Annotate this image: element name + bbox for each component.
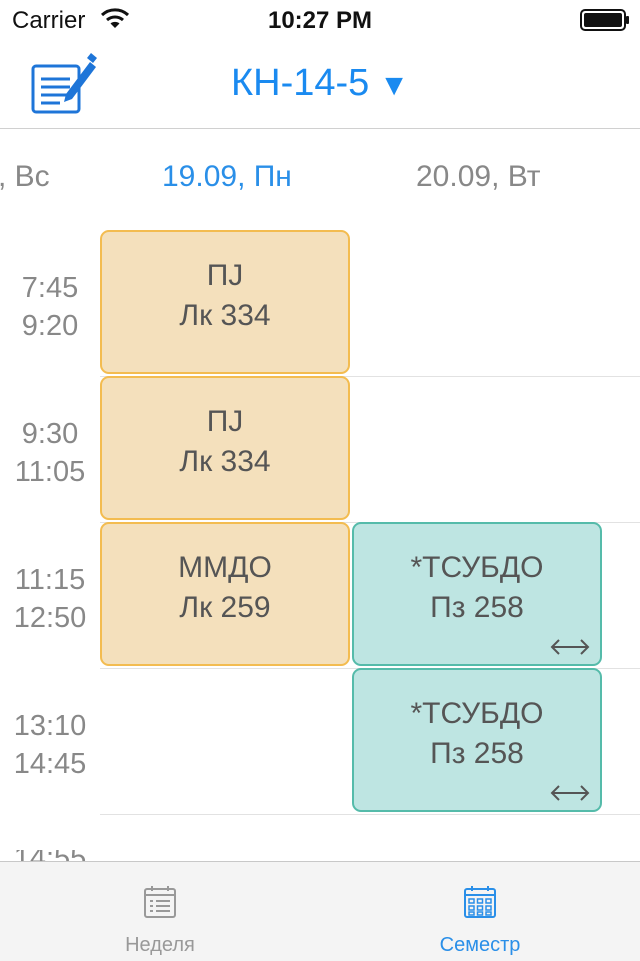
time-end: 11:05 <box>14 456 86 488</box>
lesson-card[interactable]: *ТСУБДО Пз 258 <box>352 668 602 812</box>
lesson-card[interactable]: ММДО Лк 259 <box>100 522 350 666</box>
tab-bar: Неделя Семестр <box>0 861 640 961</box>
tab-week[interactable]: Неделя <box>0 862 320 961</box>
lesson-card[interactable]: ПЈ Лк 334 <box>100 230 350 374</box>
time-start: 7:45 <box>21 272 79 304</box>
calendar-list-icon <box>144 886 176 918</box>
time-end: 14:45 <box>13 748 87 780</box>
lesson-room: Пз 258 <box>430 591 524 624</box>
lesson-subject: *ТСУБДО <box>410 551 544 584</box>
time-end: 12:50 <box>13 602 87 634</box>
time-slot: 9:30 11:05 <box>0 415 100 491</box>
time-start: 13:10 <box>13 710 87 742</box>
time-start: 9:30 <box>21 418 79 450</box>
tab-week-label: Неделя <box>125 934 195 956</box>
time-slot: 13:10 14:45 <box>0 707 100 783</box>
lesson-card[interactable]: ПЈ Лк 334 <box>100 376 350 520</box>
tab-semester[interactable]: Семестр <box>320 862 640 961</box>
day-header-tuesday: 20.09, Вт <box>416 160 541 193</box>
day-header-sunday: , Вс <box>0 160 50 193</box>
time-slot: 7:45 9:20 <box>0 269 100 345</box>
lesson-room: Пз 258 <box>430 737 524 770</box>
group-title: КН-14-5 <box>231 62 370 104</box>
nav-bar: КН-14-5 ▼ <box>0 40 640 129</box>
lesson-room: Лк 259 <box>179 591 271 624</box>
calendar-grid-icon <box>464 886 496 918</box>
lesson-card[interactable]: *ТСУБДО Пз 258 <box>352 522 602 666</box>
lesson-room: Лк 334 <box>179 445 271 478</box>
day-header-monday: 19.09, Пн <box>162 160 292 193</box>
tab-semester-label: Семестр <box>439 934 521 956</box>
grid-line <box>100 814 640 815</box>
status-time: 10:27 PM <box>267 7 373 34</box>
dropdown-caret-icon: ▼ <box>379 69 409 102</box>
lesson-room: Лк 334 <box>179 299 271 332</box>
swap-arrows-icon <box>550 639 590 655</box>
status-bar: Carrier 10:27 PM <box>0 0 640 40</box>
lesson-subject: ММДО <box>178 551 272 584</box>
lesson-subject: ПЈ <box>206 259 244 292</box>
battery-icon <box>580 9 629 31</box>
lesson-subject: *ТСУБДО <box>410 697 544 730</box>
lesson-subject: ПЈ <box>206 405 244 438</box>
time-start: 11:15 <box>14 564 86 596</box>
group-title-dropdown[interactable]: КН-14-5 ▼ <box>0 62 640 105</box>
time-slot: 11:15 12:50 <box>0 561 100 637</box>
swap-arrows-icon <box>550 785 590 801</box>
time-end: 9:20 <box>21 310 79 342</box>
